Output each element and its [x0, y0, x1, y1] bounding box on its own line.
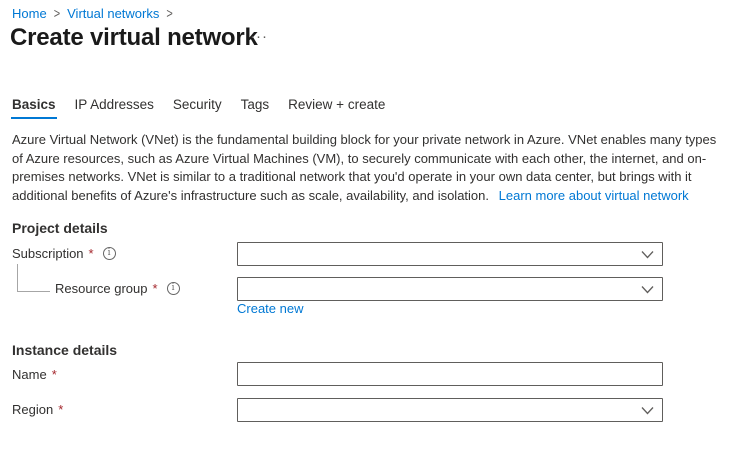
learn-more-link[interactable]: Learn more about virtual network [499, 188, 689, 203]
required-marker: * [52, 367, 57, 382]
name-label-text: Name [12, 367, 47, 382]
tab-bar: Basics IP Addresses Security Tags Review… [12, 97, 385, 119]
more-options-button[interactable]: ··· [250, 28, 268, 45]
subscription-label-text: Subscription [12, 246, 84, 261]
resource-group-label: Resource group * i [55, 281, 180, 296]
create-new-link[interactable]: Create new [237, 301, 303, 316]
region-label-text: Region [12, 402, 53, 417]
tab-security[interactable]: Security [173, 97, 222, 119]
intro-paragraph: Azure Virtual Network (VNet) is the fund… [12, 131, 720, 205]
resource-group-dropdown[interactable] [237, 277, 663, 301]
name-input[interactable] [237, 362, 663, 386]
page-title: Create virtual network [10, 24, 258, 52]
chevron-down-icon [641, 250, 654, 259]
info-icon[interactable]: i [167, 282, 180, 295]
name-label: Name * [12, 367, 57, 382]
breadcrumb-link-virtual-networks[interactable]: Virtual networks [67, 6, 159, 21]
tab-tags[interactable]: Tags [241, 97, 270, 119]
subscription-dropdown[interactable] [237, 242, 663, 266]
subscription-label: Subscription * i [12, 246, 116, 261]
region-dropdown[interactable] [237, 398, 663, 422]
breadcrumb-separator: > [166, 6, 172, 21]
tab-review-create[interactable]: Review + create [288, 97, 385, 119]
breadcrumb-link-home[interactable]: Home [12, 6, 47, 21]
region-label: Region * [12, 402, 63, 417]
tab-basics[interactable]: Basics [12, 97, 56, 119]
info-icon[interactable]: i [103, 247, 116, 260]
parent-child-connector-line [17, 264, 50, 292]
required-marker: * [89, 246, 94, 261]
instance-details-heading: Instance details [12, 342, 117, 358]
tab-ip-addresses[interactable]: IP Addresses [75, 97, 154, 119]
required-marker: * [153, 281, 158, 296]
chevron-down-icon [641, 406, 654, 415]
required-marker: * [58, 402, 63, 417]
breadcrumb: Home > Virtual networks > [12, 6, 173, 21]
project-details-heading: Project details [12, 220, 108, 236]
breadcrumb-separator: > [54, 6, 60, 21]
resource-group-label-text: Resource group [55, 281, 148, 296]
chevron-down-icon [641, 285, 654, 294]
